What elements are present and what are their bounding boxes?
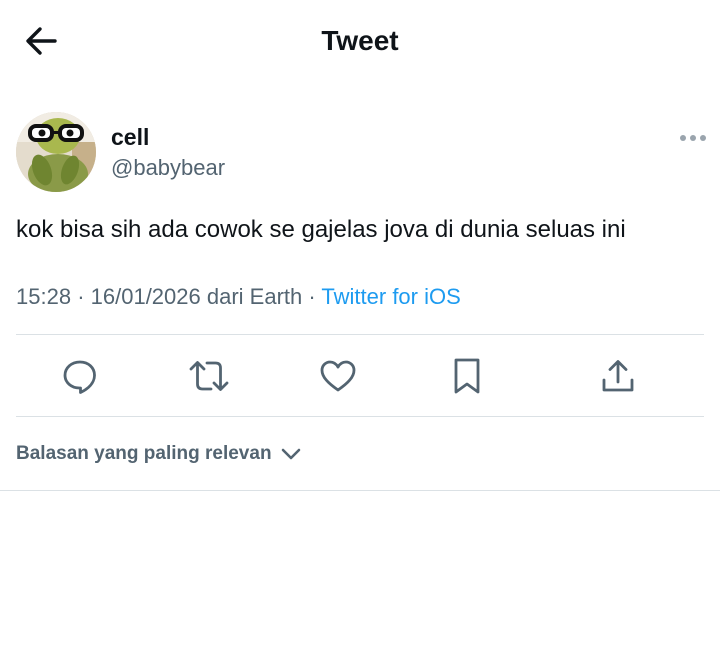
top-bar: Tweet bbox=[0, 0, 720, 82]
meta-separator: · bbox=[308, 284, 316, 309]
reply-button[interactable] bbox=[58, 354, 102, 398]
page-title: Tweet bbox=[321, 25, 399, 56]
share-button[interactable] bbox=[596, 354, 640, 398]
replies-sort-dropdown[interactable]: Balasan yang paling relevan bbox=[16, 439, 302, 469]
tweet-text: kok bisa sih ada cowok se gajelas jova d… bbox=[16, 216, 626, 243]
avatar[interactable] bbox=[16, 112, 96, 192]
tweet-source-link[interactable]: Twitter for iOS bbox=[321, 284, 460, 309]
tweet-meta: 15:28 · 16/01/2026 dari Earth · Twitter … bbox=[16, 282, 461, 312]
bookmark-button[interactable] bbox=[445, 354, 489, 398]
divider bbox=[16, 416, 704, 417]
author-display-name[interactable]: cell bbox=[111, 122, 149, 152]
like-button[interactable] bbox=[316, 354, 360, 398]
divider bbox=[16, 334, 704, 335]
retweet-button[interactable] bbox=[187, 354, 231, 398]
reply-icon bbox=[63, 360, 96, 394]
divider bbox=[0, 490, 720, 491]
replies-sort-label: Balasan yang paling relevan bbox=[16, 443, 272, 464]
retweet-icon bbox=[189, 361, 229, 391]
more-options-button[interactable] bbox=[676, 127, 710, 149]
tweet-action-bar bbox=[0, 336, 720, 416]
chevron-down-icon bbox=[280, 447, 302, 461]
avatar-image bbox=[16, 112, 96, 192]
share-icon bbox=[602, 360, 634, 392]
more-dots-icon bbox=[680, 135, 706, 141]
bookmark-icon bbox=[454, 358, 480, 394]
heart-icon bbox=[320, 360, 356, 392]
tweet-time: 15:28 bbox=[16, 284, 72, 309]
tweet-date-location: 16/01/2026 dari Earth bbox=[90, 284, 303, 309]
author-handle[interactable]: @babybear bbox=[111, 153, 225, 183]
meta-separator: · bbox=[77, 284, 85, 309]
